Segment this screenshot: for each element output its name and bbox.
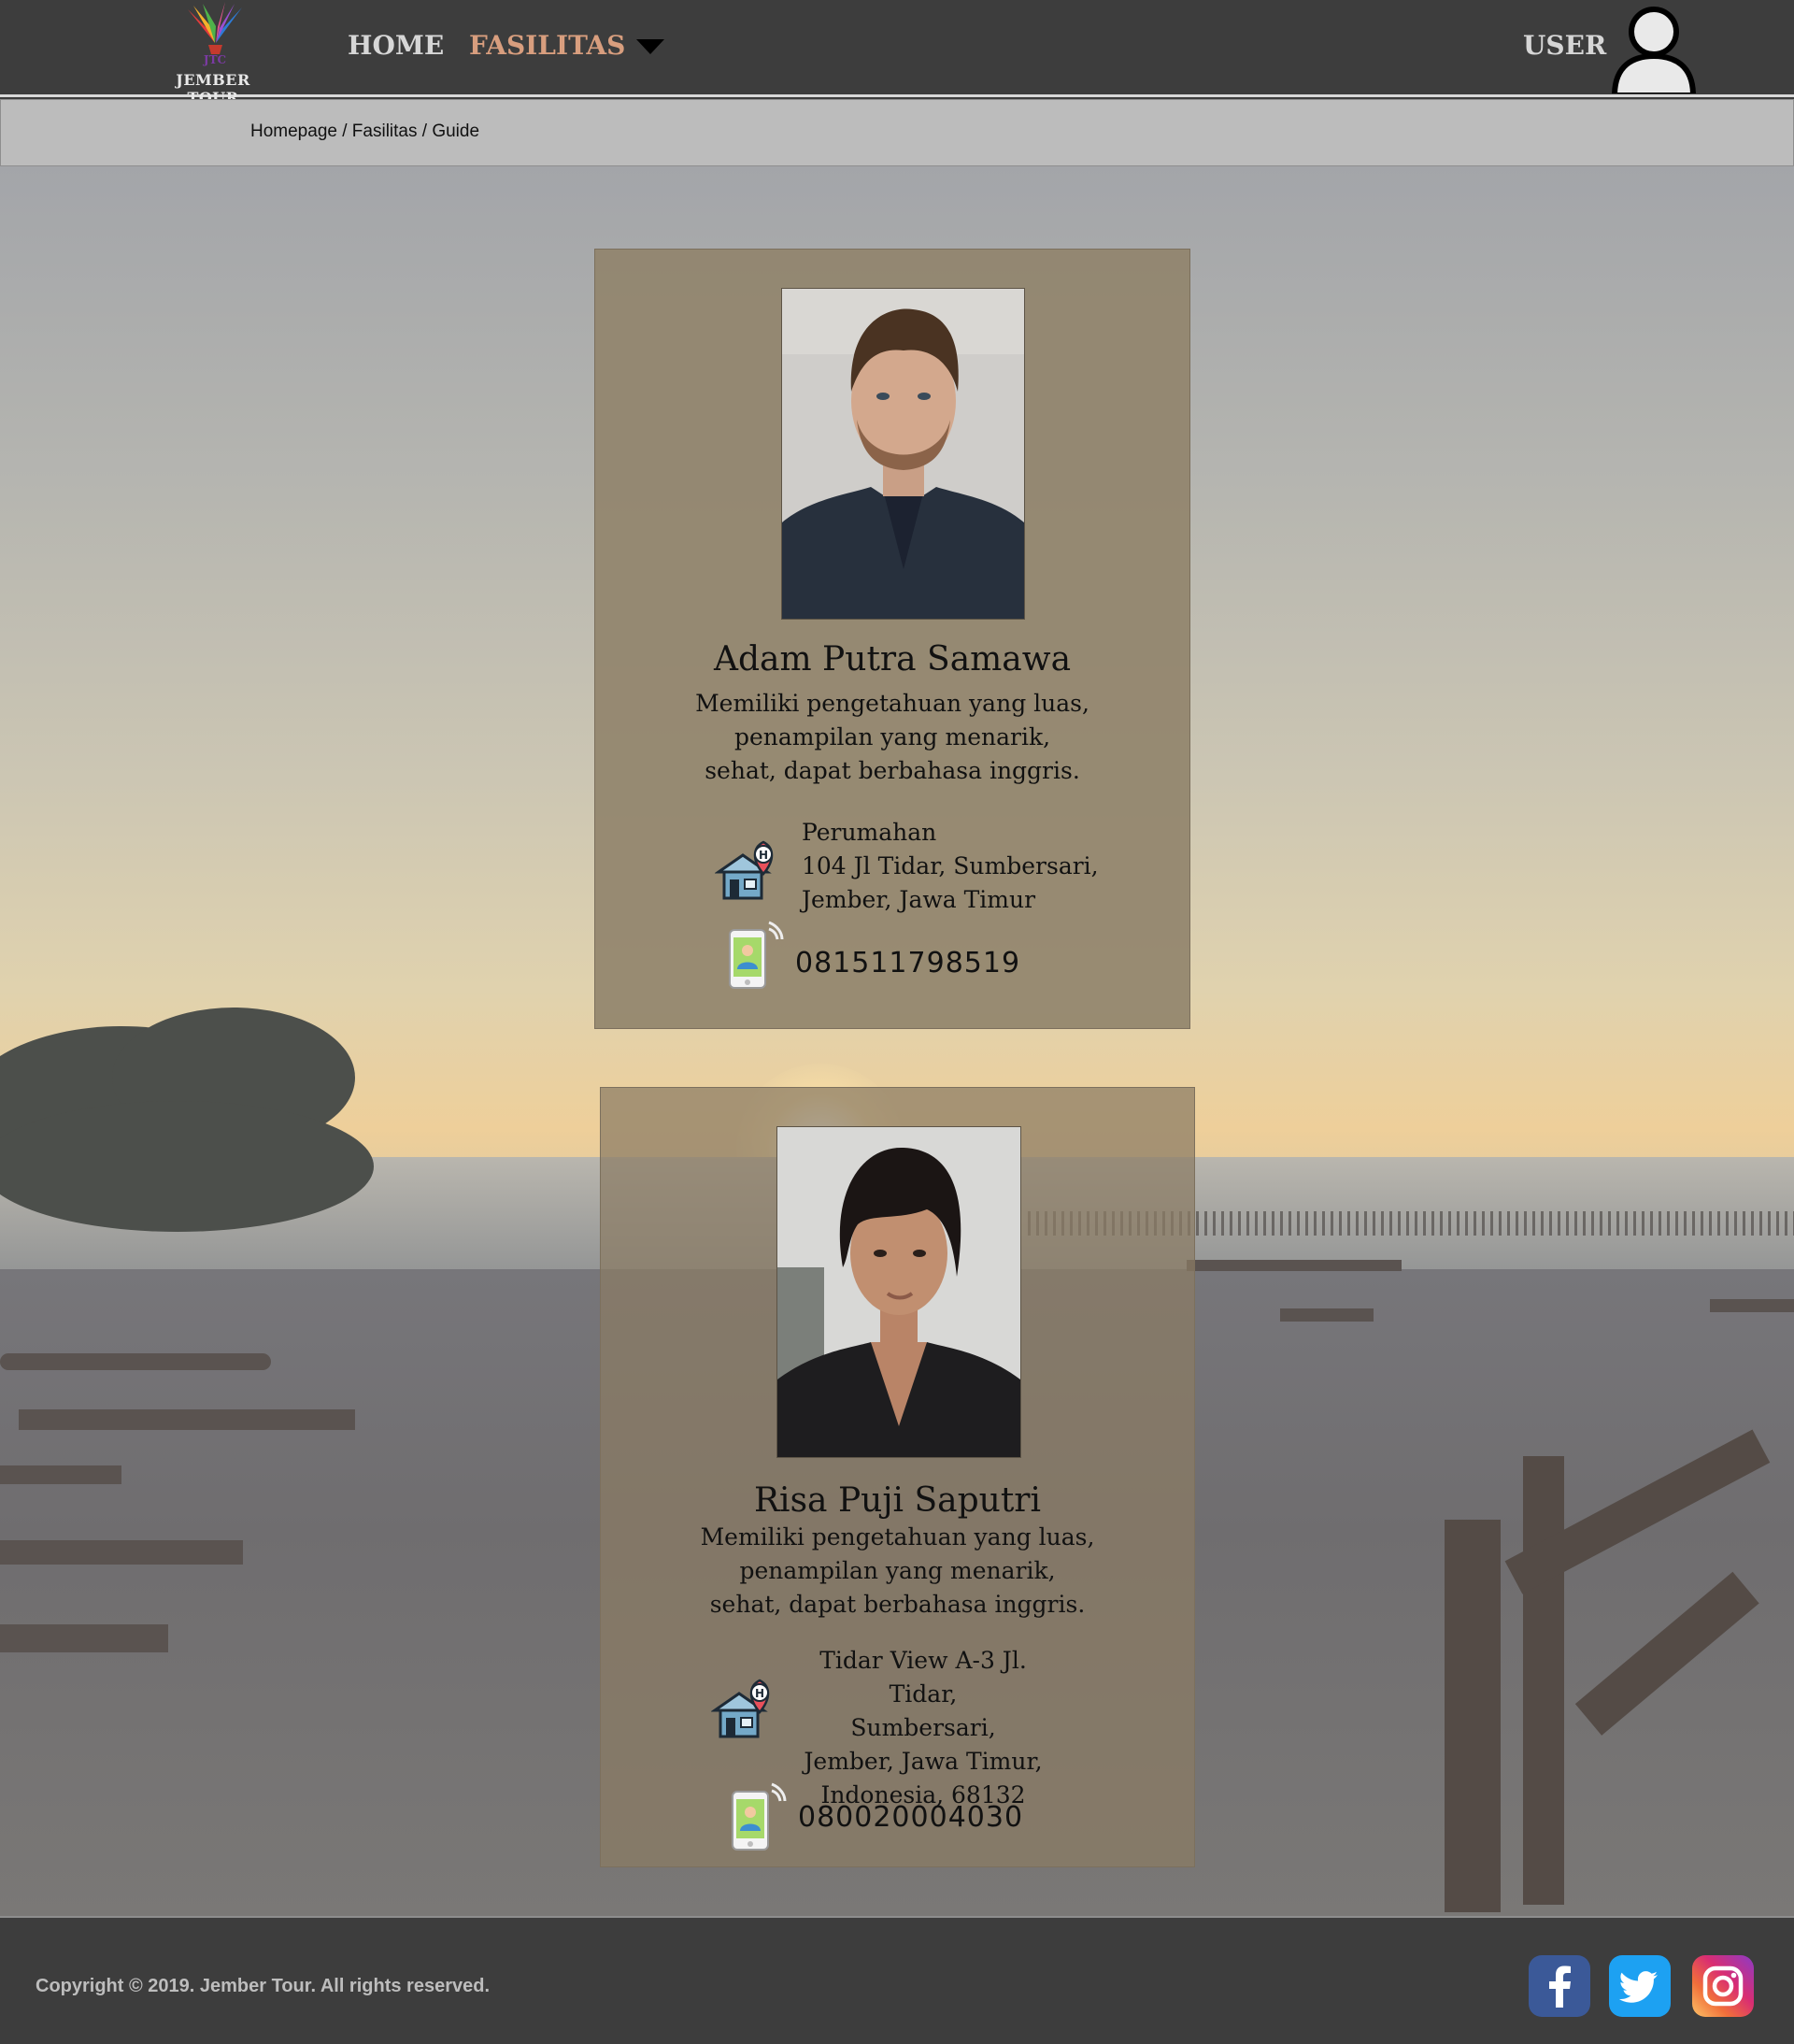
breadcrumb-fasilitas[interactable]: Fasilitas [352,121,418,141]
guide-description: Memiliki pengetahuan yang luas, penampil… [601,1521,1194,1622]
guide-description-line: Memiliki pengetahuan yang luas, [695,690,1089,717]
guide-card: Risa Puji Saputri Memiliki pengetahuan y… [600,1087,1195,1867]
guide-address-line: Sumbersari, [850,1714,996,1741]
picnic-table [0,1465,121,1484]
wooden-post [1523,1456,1564,1905]
site-logo[interactable]: JTC JEMBER TOUR [148,2,278,107]
twitter-link[interactable] [1609,1955,1671,2017]
picnic-bench [1710,1299,1794,1312]
guide-address-line: 104 Jl Tidar, Sumbersari, [802,852,1099,879]
breadcrumb-trail: Homepage / Fasilitas / Guide [250,121,479,142]
copyright-text: Copyright © 2019. Jember Tour. All right… [36,1976,490,1996]
guide-description: Memiliki pengetahuan yang luas, penampil… [595,687,1189,788]
guide-name: Risa Puji Saputri [753,1481,1042,1520]
guide-portrait-image [782,289,1024,619]
twitter-icon [1618,1971,1658,2003]
guide-address: Perumahan 104 Jl Tidar, Sumbersari, Jemb… [802,816,1099,917]
svg-text:JTC: JTC [203,53,226,66]
nav-fasilitas-label: FASILITAS [469,30,626,61]
chevron-down-icon [636,38,665,54]
guide-address-line: Tidar View A-3 Jl. Tidar, [819,1647,1027,1708]
picnic-bench [0,1540,243,1565]
breadcrumb-guide: Guide [432,121,480,141]
guide-photo [776,1126,1021,1458]
guide-card: Adam Putra Samawa Memiliki pengetahuan y… [594,249,1190,1029]
picnic-table [1187,1260,1402,1271]
picnic-table [0,1353,271,1370]
svg-text:H: H [759,849,768,862]
guide-description-line: sehat, dapat berbahasa inggris. [709,1591,1086,1618]
instagram-link[interactable] [1692,1955,1754,2017]
guide-description-line: Memiliki pengetahuan yang luas, [700,1523,1095,1551]
guide-description-line: penampilan yang menarik, [739,1557,1056,1584]
breadcrumb: Homepage / Fasilitas / Guide [0,99,1794,166]
picnic-bench [19,1409,355,1430]
house-location-icon: H [715,840,774,900]
guide-address-line: Perumahan [802,819,937,846]
guide-address-line: Jember, Jawa Timur [802,886,1036,913]
guide-portrait-image [777,1127,1020,1457]
facebook-icon [1549,1965,1571,2008]
wooden-post [1445,1520,1501,1912]
breadcrumb-homepage[interactable]: Homepage [250,121,337,141]
breadcrumb-separator: / [336,121,352,141]
nav-fasilitas-dropdown[interactable]: FASILITAS [469,30,665,61]
guide-address-line: Jember, Jawa Timur, [804,1748,1043,1775]
house-location-icon: H [711,1679,770,1738]
user-avatar-icon[interactable] [1609,4,1699,93]
nav-user-link[interactable]: USER [1523,30,1606,61]
nav-home-link[interactable]: HOME [348,30,444,61]
instagram-icon [1702,1965,1744,2007]
breadcrumb-separator: / [417,121,433,141]
guide-description-line: penampilan yang menarik, [733,723,1051,750]
guide-name: Adam Putra Samawa [713,640,1072,679]
guide-phone: 080020004030 [798,1801,1024,1834]
guide-description-line: sehat, dapat berbahasa inggris. [705,757,1080,784]
phone-contact-icon [732,1782,787,1851]
facebook-link[interactable] [1529,1955,1590,2017]
top-navbar: JTC JEMBER TOUR HOME FASILITAS USER [0,0,1794,107]
guide-photo [781,288,1025,620]
bird-logo-icon: JTC [188,2,242,66]
picnic-bench [0,1624,168,1652]
guide-address: Tidar View A-3 Jl. Tidar, Sumbersari, Je… [788,1644,1059,1812]
phone-contact-icon [729,921,784,989]
picnic-bench [1280,1308,1374,1322]
footer: Copyright © 2019. Jember Tour. All right… [0,1916,1794,2044]
svg-text:H: H [755,1687,764,1700]
guide-phone: 081511798519 [795,947,1021,979]
